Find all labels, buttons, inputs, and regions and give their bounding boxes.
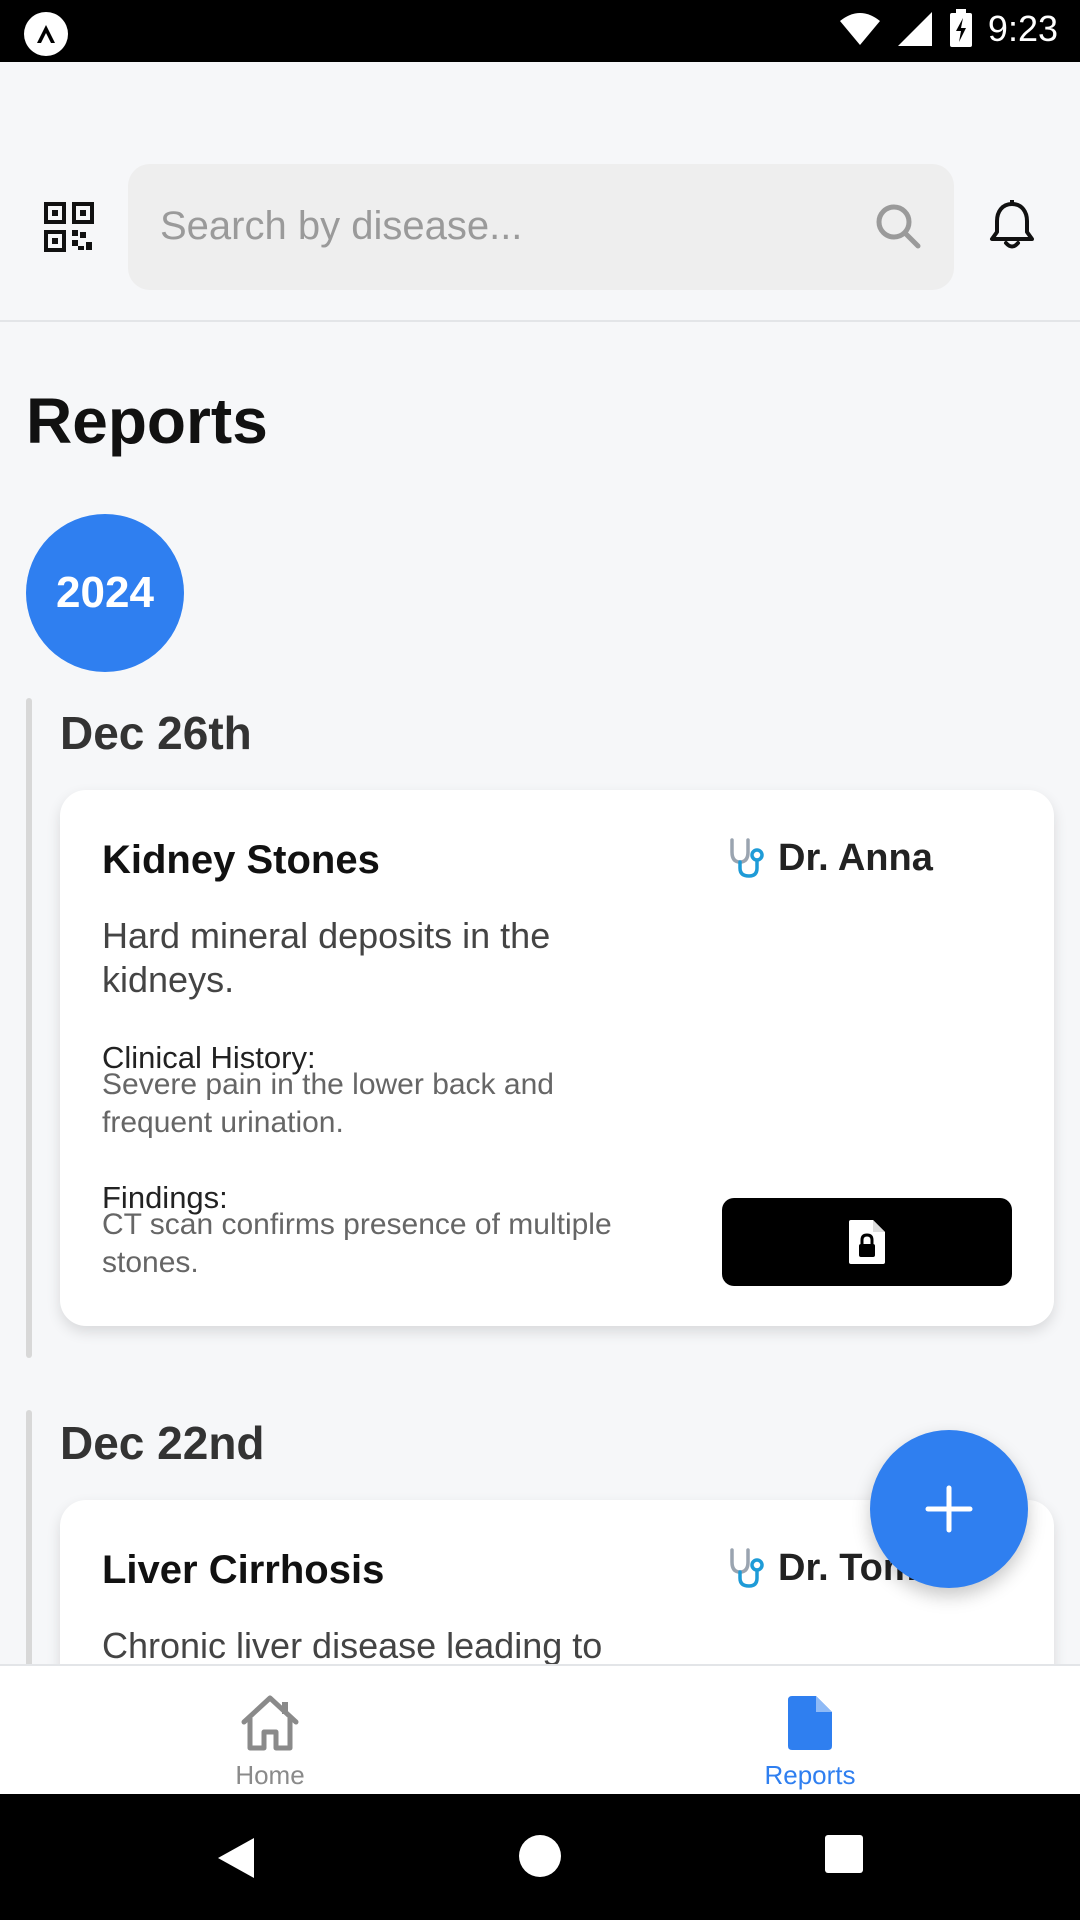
nav-label-reports: Reports bbox=[764, 1760, 856, 1790]
stethoscope-icon bbox=[730, 838, 764, 878]
status-bar: 9:23 bbox=[0, 0, 1080, 62]
cellular-signal-icon bbox=[897, 12, 932, 46]
report-description: Chronic liver disease leading to bbox=[102, 1625, 603, 1666]
search-placeholder: Search by disease... bbox=[160, 204, 523, 248]
stethoscope-icon bbox=[730, 1548, 764, 1588]
plus-icon bbox=[925, 1485, 973, 1533]
search-icon[interactable] bbox=[874, 202, 922, 250]
timeline-line bbox=[26, 1410, 32, 1670]
date-heading: Dec 22nd bbox=[60, 1417, 265, 1469]
findings-text: CT scan confirms presence of multiple st… bbox=[102, 1208, 612, 1279]
report-card[interactable]: Kidney Stones Dr. Anna Hard mineral depo… bbox=[60, 790, 1054, 1326]
wifi-icon bbox=[839, 13, 880, 45]
nav-item-home[interactable]: Home bbox=[170, 1694, 370, 1791]
page-title: Reports bbox=[26, 385, 268, 457]
home-icon bbox=[241, 1695, 299, 1751]
home-button-icon[interactable] bbox=[518, 1834, 562, 1878]
bottom-nav: Home Reports bbox=[0, 1664, 1080, 1794]
app-notification-icon bbox=[24, 12, 68, 56]
locked-file-icon bbox=[849, 1220, 885, 1264]
year-badge[interactable]: 2024 bbox=[26, 514, 184, 672]
doctor-info: Dr. Anna bbox=[724, 836, 933, 880]
report-title: Liver Cirrhosis bbox=[102, 1548, 385, 1592]
date-heading: Dec 26th bbox=[60, 707, 252, 759]
doctor-name: Dr. Anna bbox=[778, 836, 933, 879]
search-input[interactable]: Search by disease... bbox=[128, 164, 954, 290]
back-icon[interactable] bbox=[214, 1834, 258, 1882]
top-header: Search by disease... bbox=[0, 62, 1080, 322]
bell-icon[interactable] bbox=[984, 198, 1040, 254]
locked-document-button[interactable] bbox=[722, 1198, 1012, 1286]
status-time: 9:23 bbox=[987, 8, 1058, 49]
nav-label-home: Home bbox=[235, 1760, 305, 1790]
timeline-line bbox=[26, 698, 32, 1358]
add-report-button[interactable] bbox=[870, 1430, 1028, 1588]
recents-icon[interactable] bbox=[824, 1834, 864, 1874]
document-icon bbox=[788, 1696, 832, 1750]
battery-charging-icon bbox=[949, 9, 972, 47]
report-title: Kidney Stones bbox=[102, 838, 380, 882]
qr-code-icon[interactable] bbox=[44, 202, 94, 252]
report-description: Hard mineral deposits in the kidneys. bbox=[102, 915, 551, 1000]
system-nav-bar bbox=[0, 1794, 1080, 1920]
nav-item-reports[interactable]: Reports bbox=[710, 1694, 910, 1791]
clinical-history-text: Severe pain in the lower back and freque… bbox=[102, 1068, 554, 1139]
